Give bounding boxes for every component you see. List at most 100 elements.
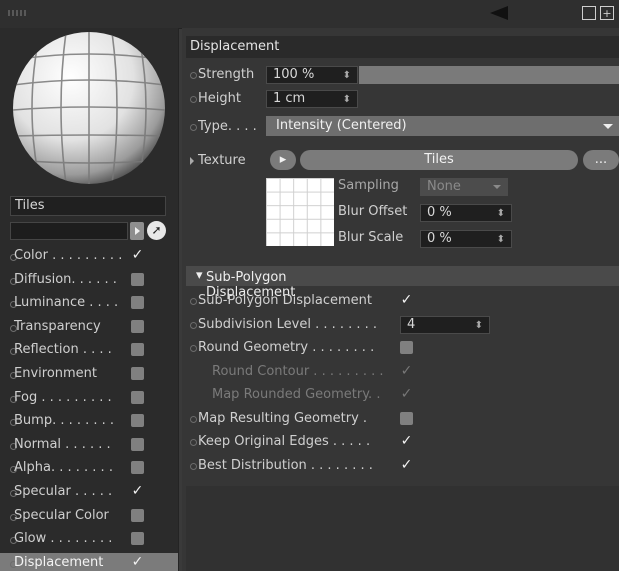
- type-row: Type. . . . Intensity (Centered): [186, 116, 619, 138]
- channel-item[interactable]: Fog . . . . . . . . .: [0, 388, 178, 411]
- subpoly-label: Keep Original Edges . . . . .: [198, 434, 371, 449]
- plus-icon[interactable]: +: [600, 6, 614, 20]
- keyframe-dot-icon[interactable]: [190, 72, 197, 79]
- title-bar: +: [0, 0, 619, 29]
- material-preview[interactable]: [10, 30, 168, 186]
- sampling-value: None: [427, 179, 461, 194]
- blur-scale-value: 0 %: [427, 231, 452, 246]
- subpoly-checkbox: ✓: [400, 386, 413, 402]
- channel-label: Specular Color: [14, 507, 109, 523]
- strength-field[interactable]: 100 % ⬍: [266, 66, 358, 84]
- subpoly-checkbox[interactable]: ✓: [400, 434, 413, 448]
- back-arrow-icon[interactable]: [490, 6, 508, 20]
- keyframe-dot-icon[interactable]: [190, 462, 197, 470]
- play-icon[interactable]: [130, 222, 144, 240]
- blur-offset-label: Blur Offset: [338, 204, 408, 219]
- spinner-icon[interactable]: ⬍: [343, 68, 351, 84]
- subpoly-row: Round Contour . . . . . . . . . ✓: [186, 361, 619, 383]
- texture-thumbnail[interactable]: [266, 178, 334, 246]
- channel-label: Specular . . . . .: [14, 484, 113, 499]
- subpoly-checkbox[interactable]: [400, 411, 413, 425]
- channel-checkbox[interactable]: [131, 414, 144, 428]
- subpoly-label: Sub-Polygon Displacement: [198, 293, 373, 308]
- channel-item[interactable]: Specular Color: [0, 506, 178, 529]
- channel-checkbox[interactable]: [131, 296, 144, 310]
- subpoly-section-header[interactable]: ▾ Sub-Polygon Displacement: [186, 266, 619, 300]
- spinner-icon[interactable]: ⬍: [497, 206, 505, 222]
- channel-checkbox[interactable]: [131, 367, 144, 380]
- channel-checkbox[interactable]: [131, 272, 144, 286]
- texture-play-button[interactable]: ▸: [270, 150, 296, 170]
- subpoly-row: Map Resulting Geometry .: [186, 408, 619, 430]
- spinner-icon[interactable]: ⬍: [475, 318, 483, 334]
- keyframe-dot-icon[interactable]: [190, 345, 197, 352]
- material-name-field[interactable]: Tiles: [10, 196, 166, 216]
- subpoly-checkbox[interactable]: ✓: [400, 293, 413, 307]
- keyframe-dot-icon[interactable]: [190, 439, 197, 446]
- channel-label: Reflection . . . .: [14, 342, 112, 358]
- type-label: Type. . . .: [198, 119, 257, 134]
- channel-checkbox[interactable]: [131, 508, 144, 522]
- channel-label: Normal . . . . . .: [14, 436, 111, 452]
- channel-item[interactable]: Diffusion. . . . . .: [0, 270, 178, 293]
- keyframe-dot-icon[interactable]: [190, 124, 197, 131]
- channel-item[interactable]: Glow . . . . . . . .: [0, 529, 178, 552]
- channel-label: Transparency: [14, 318, 101, 334]
- type-dropdown[interactable]: Intensity (Centered): [266, 116, 619, 136]
- expand-arrow-icon[interactable]: [190, 157, 194, 165]
- height-row: Height 1 cm ⬍: [186, 88, 619, 110]
- channel-checkbox[interactable]: ✓: [131, 484, 144, 498]
- texture-more-button[interactable]: ...: [583, 150, 619, 170]
- blur-scale-label: Blur Scale: [338, 230, 404, 245]
- channel-item[interactable]: Environment: [0, 364, 178, 387]
- height-value: 1 cm: [273, 91, 306, 106]
- channel-item[interactable]: Transparency: [0, 317, 178, 340]
- subpoly-row: Map Rounded Geometry. . ✓: [186, 384, 619, 406]
- channel-checkbox[interactable]: ✓: [131, 248, 144, 262]
- channel-panel: Tiles ➚ Color . . . . . . . . . ✓ Diffusio…: [0, 28, 179, 571]
- channel-item[interactable]: Normal . . . . . .: [0, 435, 178, 458]
- channel-checkbox[interactable]: [131, 437, 144, 451]
- drag-grip-icon[interactable]: [8, 10, 26, 16]
- blur-scale-field[interactable]: 0 % ⬍: [420, 230, 512, 248]
- strength-slider[interactable]: [359, 66, 619, 84]
- channel-item[interactable]: Color . . . . . . . . . ✓: [0, 246, 178, 269]
- strength-label: Strength: [198, 67, 255, 82]
- subpoly-checkbox[interactable]: [400, 341, 413, 354]
- keyframe-dot-icon[interactable]: [190, 415, 197, 423]
- channel-checkbox[interactable]: [131, 461, 144, 475]
- subpoly-checkbox[interactable]: ✓: [400, 458, 413, 472]
- channel-checkbox[interactable]: [131, 532, 144, 546]
- keyframe-dot-icon[interactable]: [190, 321, 197, 329]
- channel-label: Displacement: [14, 554, 104, 570]
- spinner-icon[interactable]: ⬍: [497, 232, 505, 248]
- material-editor-window: + Tiles ➚ Color . . . . . . . . . ✓ Diff…: [0, 0, 619, 571]
- height-field[interactable]: 1 cm ⬍: [266, 90, 358, 108]
- material-search-input[interactable]: [10, 222, 128, 240]
- channel-item[interactable]: Displacement ✓: [0, 552, 178, 571]
- channel-checkbox[interactable]: [131, 319, 144, 333]
- keyframe-dot-icon[interactable]: [190, 298, 197, 305]
- strength-value: 100 %: [273, 67, 315, 82]
- keyframe-dot-icon[interactable]: [190, 96, 197, 103]
- subpoly-title-row: ▾ Sub-Polygon Displacement: [196, 268, 296, 300]
- window-icon[interactable]: [582, 6, 596, 20]
- channel-label: Luminance . . . .: [14, 295, 119, 311]
- channel-item[interactable]: Alpha. . . . . . . .: [0, 458, 178, 481]
- channel-checkbox[interactable]: [131, 343, 144, 357]
- pick-cursor-icon[interactable]: ➚: [147, 221, 166, 240]
- subdivision-level-value: 4: [407, 316, 416, 332]
- channel-label: Diffusion. . . . . .: [14, 271, 117, 287]
- subdivision-level-field[interactable]: 4 ⬍: [400, 315, 490, 334]
- channel-item[interactable]: Specular . . . . . ✓: [0, 482, 178, 505]
- spinner-icon[interactable]: ⬍: [343, 92, 351, 108]
- blur-offset-field[interactable]: 0 % ⬍: [420, 204, 512, 222]
- subpoly-label: Map Resulting Geometry .: [198, 410, 368, 426]
- sampling-dropdown[interactable]: None: [420, 178, 508, 196]
- channel-item[interactable]: Reflection . . . .: [0, 340, 178, 363]
- channel-checkbox[interactable]: ✓: [131, 555, 144, 569]
- channel-item[interactable]: Bump. . . . . . . .: [0, 411, 178, 434]
- channel-item[interactable]: Luminance . . . .: [0, 293, 178, 316]
- texture-name-button[interactable]: Tiles: [300, 150, 578, 170]
- channel-checkbox[interactable]: [131, 390, 144, 404]
